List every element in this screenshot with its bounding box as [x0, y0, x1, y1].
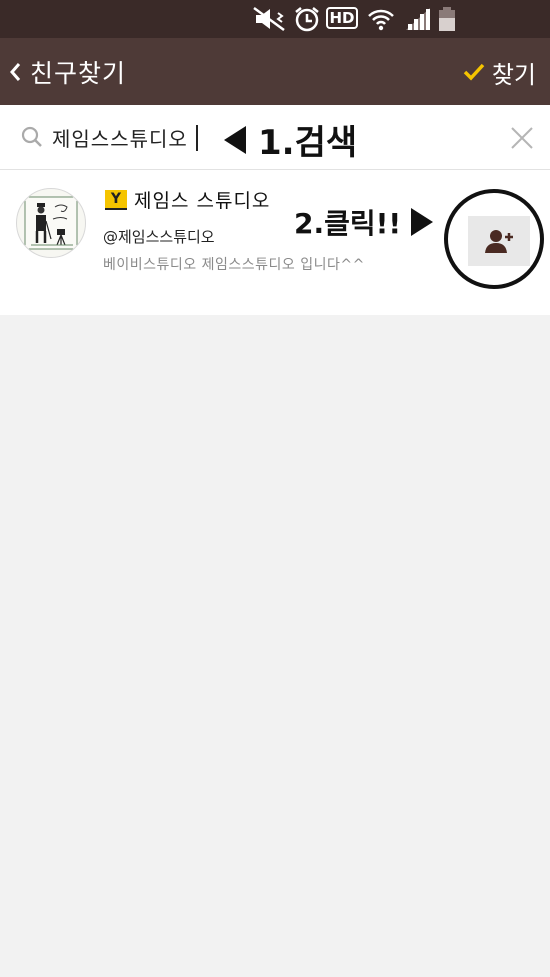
status-bar: HD [0, 0, 550, 38]
search-annotation: 1.검색 [222, 115, 357, 164]
empty-content-area [0, 315, 550, 977]
yellow-id-badge: Y [105, 190, 127, 210]
result-name: 제임스 스튜디오 [134, 190, 271, 212]
hd-text: HD [329, 9, 355, 27]
avatar [16, 188, 86, 258]
wifi-icon [368, 9, 394, 31]
alarm-icon [295, 7, 319, 32]
add-friend-button[interactable] [468, 216, 530, 266]
click-annotation: 2.클릭!! [294, 202, 435, 242]
search-annotation-text: 1.검색 [258, 123, 358, 163]
add-person-icon [485, 230, 513, 253]
arrow-right-icon [411, 208, 434, 236]
hd-icon: HD [326, 7, 358, 29]
search-input[interactable] [52, 119, 202, 155]
signal-icon [406, 8, 430, 30]
result-description: 베이비스튜디오 제임스스튜디오 입니다^^ [103, 257, 365, 273]
chevron-left-icon [10, 63, 21, 81]
find-button[interactable]: 찾기 [462, 56, 536, 89]
close-icon[interactable] [510, 126, 534, 150]
battery-icon [439, 7, 455, 31]
search-result-item[interactable]: Y 제임스 스튜디오 @제임스스튜디오 베이비스튜디오 제임스스튜디오 입니다^… [0, 170, 550, 315]
app-header: 친구찾기 찾기 [0, 38, 550, 105]
click-annotation-text: 2.클릭!! [294, 207, 402, 240]
text-cursor [196, 125, 198, 151]
arrow-left-icon [224, 125, 246, 154]
page-title: 친구찾기 [30, 59, 127, 88]
back-button[interactable]: 친구찾기 [8, 56, 128, 88]
find-label: 찾기 [491, 60, 536, 89]
result-id: @제임스스튜디오 [103, 228, 215, 246]
studio-logo-icon [24, 196, 78, 250]
mute-vibrate-icon [253, 6, 285, 32]
search-icon [21, 126, 42, 147]
check-icon [463, 63, 485, 81]
